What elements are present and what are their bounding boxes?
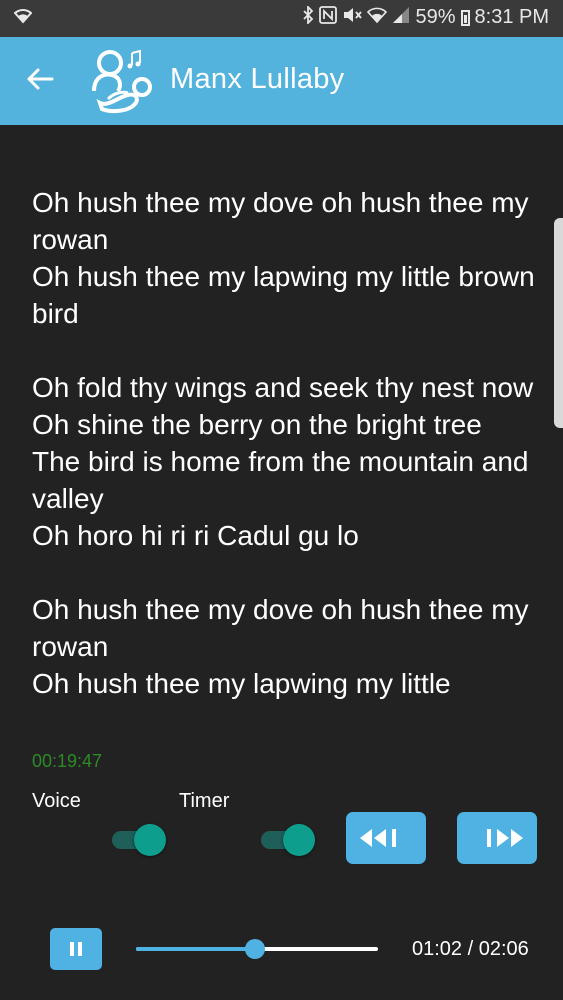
fast-forward-icon [487, 829, 523, 847]
nfc-icon [319, 6, 338, 29]
wifi-icon [13, 8, 33, 29]
voice-label: Voice [32, 790, 81, 812]
timer-toggle-thumb [283, 824, 315, 856]
seek-handle[interactable] [244, 939, 265, 959]
battery-percent: 59% [415, 6, 456, 28]
app-bar: Manx Lullaby [0, 37, 563, 125]
lyrics-text: Oh hush thee my dove oh hush thee my row… [32, 187, 535, 699]
sleep-timer-remaining: 00:19:47 [32, 751, 103, 771]
page-title: Manx Lullaby [170, 63, 345, 95]
status-bar: 59% 8:31 PM [0, 0, 563, 37]
pause-button[interactable] [50, 928, 102, 970]
rewind-button[interactable] [346, 812, 426, 864]
wifi-calling-icon [367, 6, 388, 29]
arrow-left-icon [27, 68, 54, 90]
time-readout: 01:02 / 02:06 [412, 938, 529, 960]
lyrics-scroll-area[interactable]: Oh hush thee my dove oh hush thee my row… [0, 125, 563, 735]
lullaby-logo-icon [92, 49, 152, 114]
status-icons: 59% 8:31 PM [302, 4, 549, 29]
timer-toggle[interactable] [261, 824, 317, 856]
fast-forward-button[interactable] [457, 812, 537, 864]
timer-label: Timer [179, 790, 230, 812]
voice-toggle-thumb [134, 824, 166, 856]
seek-slider[interactable] [136, 938, 378, 960]
signal-icon [392, 6, 410, 29]
mute-icon [342, 6, 363, 29]
rewind-icon [360, 829, 396, 847]
back-button[interactable] [18, 57, 62, 101]
seek-progress [136, 947, 255, 951]
bluetooth-icon [302, 4, 314, 29]
pause-icon [70, 942, 82, 956]
scrollbar-handle[interactable] [554, 218, 563, 428]
clock: 8:31 PM [474, 6, 549, 28]
battery-icon [460, 9, 470, 26]
voice-toggle[interactable] [112, 824, 168, 856]
